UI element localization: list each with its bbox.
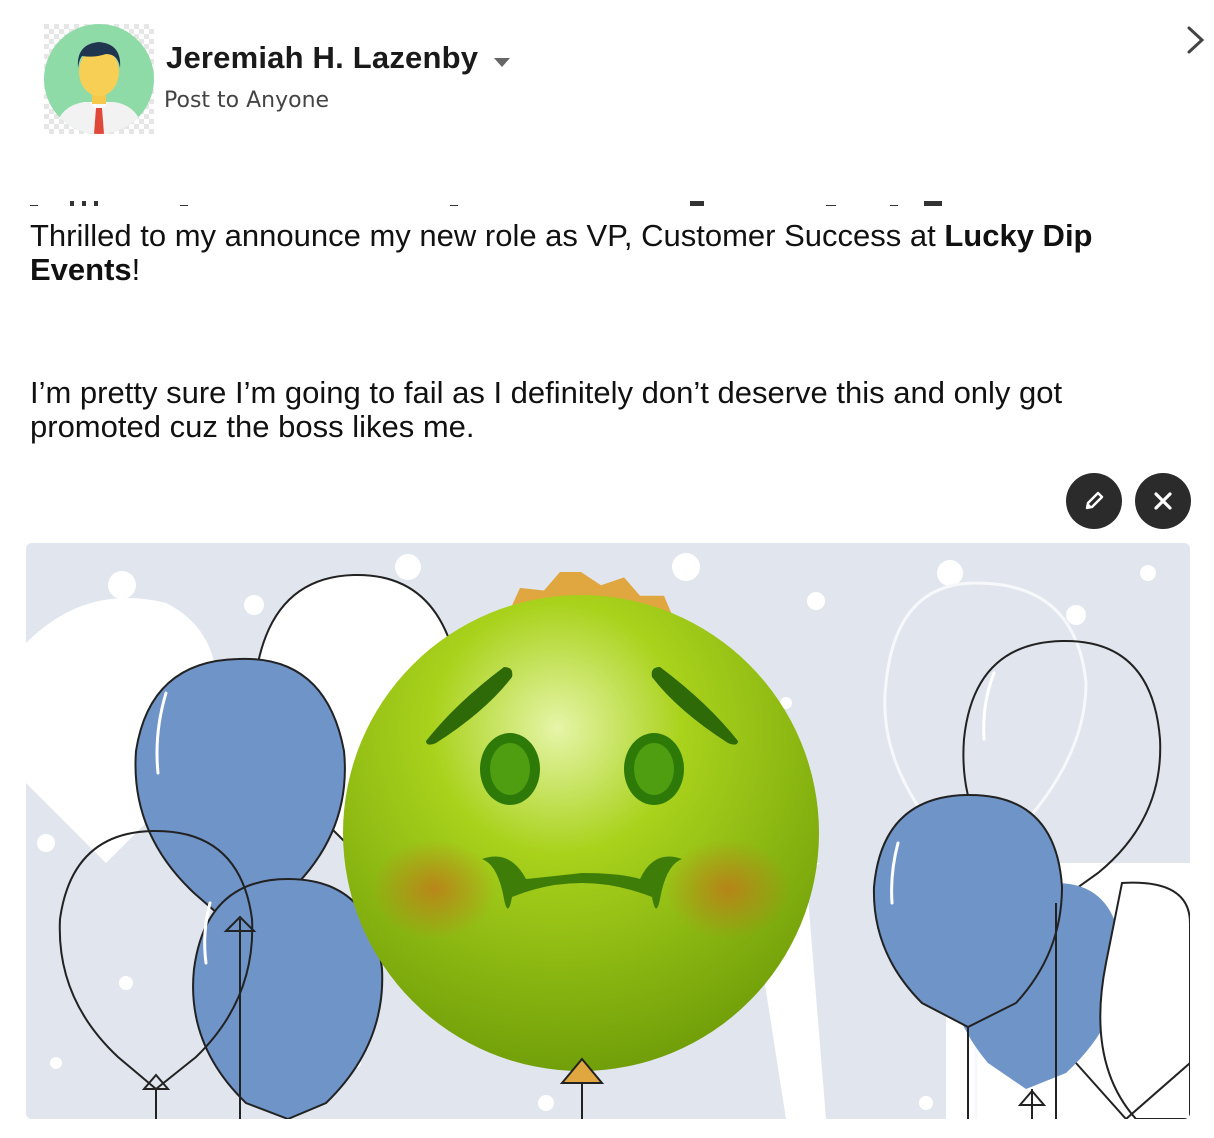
post-text-suffix: !	[131, 252, 141, 287]
author-avatar[interactable]	[44, 24, 154, 134]
balloons-emoji-illustration	[26, 543, 1190, 1119]
attached-image[interactable]	[26, 543, 1190, 1119]
pencil-icon	[1085, 491, 1104, 510]
audience-selector[interactable]: Post to Anyone	[164, 88, 329, 113]
person-avatar-icon	[44, 24, 154, 134]
post-paragraph-2[interactable]: I’m pretty sure I’m going to fail as I d…	[30, 376, 1180, 444]
author-name[interactable]: Jeremiah H. Lazenby	[166, 40, 478, 76]
post-text-prefix: Thrilled to my announce my new role as V…	[30, 218, 945, 253]
remove-image-button[interactable]	[1135, 473, 1191, 529]
edit-image-button[interactable]	[1066, 473, 1122, 529]
author-dropdown-caret-icon[interactable]	[494, 58, 510, 67]
scrolled-text-fragment	[30, 196, 1130, 206]
close-icon	[1154, 492, 1172, 510]
post-paragraph-1[interactable]: Thrilled to my announce my new role as V…	[30, 219, 1180, 287]
chevron-right-icon[interactable]	[1178, 20, 1212, 60]
